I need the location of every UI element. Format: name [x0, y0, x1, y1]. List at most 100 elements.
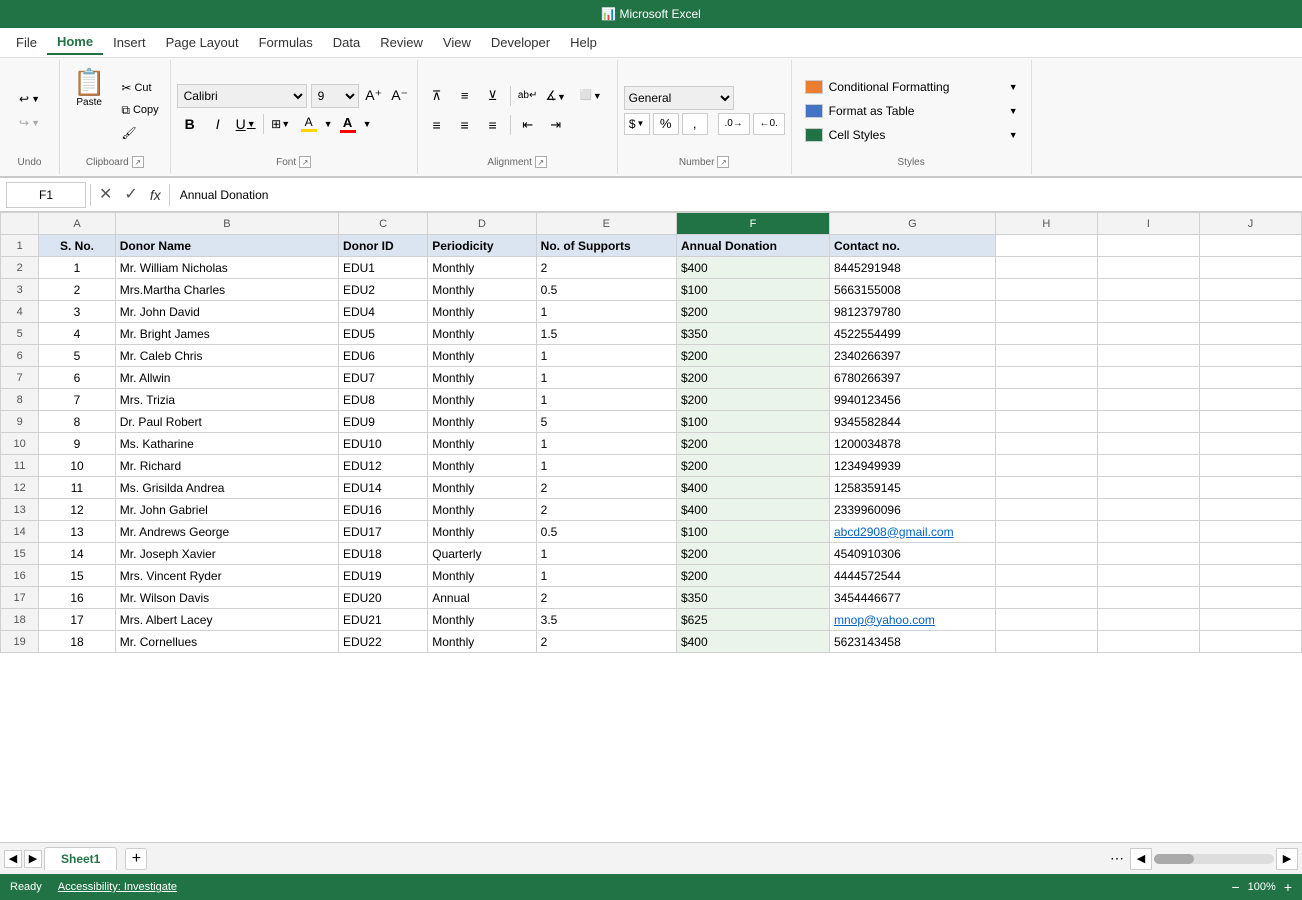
merge-button[interactable]: ⬜▼: [571, 83, 611, 109]
cell-period[interactable]: Periodicity: [428, 235, 536, 257]
cell-id[interactable]: EDU9: [338, 411, 427, 433]
cell-sno[interactable]: 3: [39, 301, 116, 323]
cell-period[interactable]: Monthly: [428, 631, 536, 653]
cell-donation[interactable]: $200: [676, 345, 829, 367]
cell-name[interactable]: Mr. Wilson Davis: [115, 587, 338, 609]
cell-name[interactable]: Ms. Grisilda Andrea: [115, 477, 338, 499]
cell-contact[interactable]: 9812379780: [830, 301, 996, 323]
cell-supports[interactable]: 1: [536, 433, 676, 455]
paste-button[interactable]: 📋 Paste: [66, 64, 112, 156]
cancel-formula-button[interactable]: ✕: [95, 187, 116, 203]
alignment-expand-icon[interactable]: ↗: [535, 156, 547, 168]
cell-period[interactable]: Quarterly: [428, 543, 536, 565]
cell-id[interactable]: EDU10: [338, 433, 427, 455]
cell-h[interactable]: [995, 367, 1097, 389]
cell-id[interactable]: EDU8: [338, 389, 427, 411]
cell-supports[interactable]: 5: [536, 411, 676, 433]
align-bottom-button[interactable]: ⊻: [480, 83, 506, 109]
cell-name[interactable]: Mrs. Trizia: [115, 389, 338, 411]
zoom-in-button[interactable]: +: [1284, 879, 1292, 895]
cell-supports[interactable]: 1: [536, 301, 676, 323]
menu-help[interactable]: Help: [560, 31, 607, 54]
cell-donation[interactable]: $100: [676, 279, 829, 301]
cell-h[interactable]: [995, 389, 1097, 411]
cell-j[interactable]: [1199, 301, 1301, 323]
cell-i[interactable]: [1097, 521, 1199, 543]
cell-i[interactable]: [1097, 631, 1199, 653]
undo-button[interactable]: ↩ ▼: [13, 88, 46, 110]
col-header-f[interactable]: F: [676, 213, 829, 235]
cell-donation[interactable]: $400: [676, 257, 829, 279]
cell-j[interactable]: [1199, 433, 1301, 455]
row-header[interactable]: 17: [1, 587, 39, 609]
cell-donation[interactable]: $625: [676, 609, 829, 631]
font-grow-button[interactable]: A⁺: [363, 85, 385, 107]
redo-button[interactable]: ↪ ▼: [13, 112, 46, 134]
cell-h[interactable]: [995, 301, 1097, 323]
cell-j[interactable]: [1199, 543, 1301, 565]
cell-contact[interactable]: mnop@yahoo.com: [830, 609, 996, 631]
cell-name[interactable]: Dr. Paul Robert: [115, 411, 338, 433]
cell-i[interactable]: [1097, 389, 1199, 411]
align-middle-button[interactable]: ≡: [452, 83, 478, 109]
format-painter-button[interactable]: 🖌: [116, 123, 163, 143]
menu-page-layout[interactable]: Page Layout: [156, 31, 249, 54]
row-header[interactable]: 16: [1, 565, 39, 587]
cell-supports[interactable]: 0.5: [536, 279, 676, 301]
cell-h[interactable]: [995, 345, 1097, 367]
font-name-select[interactable]: Calibri: [177, 84, 307, 108]
menu-developer[interactable]: Developer: [481, 31, 560, 54]
cell-i[interactable]: [1097, 543, 1199, 565]
cell-period[interactable]: Monthly: [428, 257, 536, 279]
cell-i[interactable]: [1097, 433, 1199, 455]
cell-name[interactable]: Mr. Richard: [115, 455, 338, 477]
cell-name[interactable]: Mr. Andrews George: [115, 521, 338, 543]
cell-period[interactable]: Monthly: [428, 279, 536, 301]
cut-button[interactable]: ✂Cut: [116, 78, 163, 98]
align-top-button[interactable]: ⊼: [424, 83, 450, 109]
row-header[interactable]: 10: [1, 433, 39, 455]
cell-id[interactable]: EDU18: [338, 543, 427, 565]
add-sheet-button[interactable]: +: [125, 848, 147, 870]
cell-name[interactable]: Donor Name: [115, 235, 338, 257]
cell-i[interactable]: [1097, 499, 1199, 521]
cell-h[interactable]: [995, 521, 1097, 543]
scroll-left-button[interactable]: ◀: [1130, 848, 1152, 870]
row-header[interactable]: 11: [1, 455, 39, 477]
cell-j[interactable]: [1199, 455, 1301, 477]
decrease-indent-button[interactable]: ⇤: [515, 112, 541, 138]
cell-id[interactable]: EDU1: [338, 257, 427, 279]
cell-contact[interactable]: 5663155008: [830, 279, 996, 301]
conditional-formatting-button[interactable]: Conditional Formatting ▼: [800, 76, 1023, 98]
cell-h[interactable]: [995, 499, 1097, 521]
cell-contact[interactable]: Contact no.: [830, 235, 996, 257]
cell-reference-box[interactable]: [6, 182, 86, 208]
cell-name[interactable]: Mr. Caleb Chris: [115, 345, 338, 367]
row-header[interactable]: 18: [1, 609, 39, 631]
cell-i[interactable]: [1097, 367, 1199, 389]
font-shrink-button[interactable]: A⁻: [389, 85, 411, 107]
cell-i[interactable]: [1097, 235, 1199, 257]
col-header-d[interactable]: D: [428, 213, 536, 235]
cell-h[interactable]: [995, 279, 1097, 301]
cell-sno[interactable]: 18: [39, 631, 116, 653]
cell-name[interactable]: Mr. Cornellues: [115, 631, 338, 653]
cell-period[interactable]: Monthly: [428, 411, 536, 433]
cell-j[interactable]: [1199, 499, 1301, 521]
menu-formulas[interactable]: Formulas: [249, 31, 323, 54]
align-left-button[interactable]: ≡: [424, 112, 450, 138]
cell-j[interactable]: [1199, 279, 1301, 301]
cell-donation[interactable]: $350: [676, 323, 829, 345]
row-header[interactable]: 1: [1, 235, 39, 257]
accounting-format-button[interactable]: $▼: [624, 113, 650, 135]
col-header-i[interactable]: I: [1097, 213, 1199, 235]
cell-id[interactable]: EDU21: [338, 609, 427, 631]
cell-name[interactable]: Mr. Joseph Xavier: [115, 543, 338, 565]
cell-id[interactable]: EDU6: [338, 345, 427, 367]
cell-donation[interactable]: $200: [676, 389, 829, 411]
cell-supports[interactable]: 1: [536, 367, 676, 389]
cell-period[interactable]: Monthly: [428, 565, 536, 587]
cell-sno[interactable]: 9: [39, 433, 116, 455]
row-header[interactable]: 5: [1, 323, 39, 345]
row-header[interactable]: 6: [1, 345, 39, 367]
